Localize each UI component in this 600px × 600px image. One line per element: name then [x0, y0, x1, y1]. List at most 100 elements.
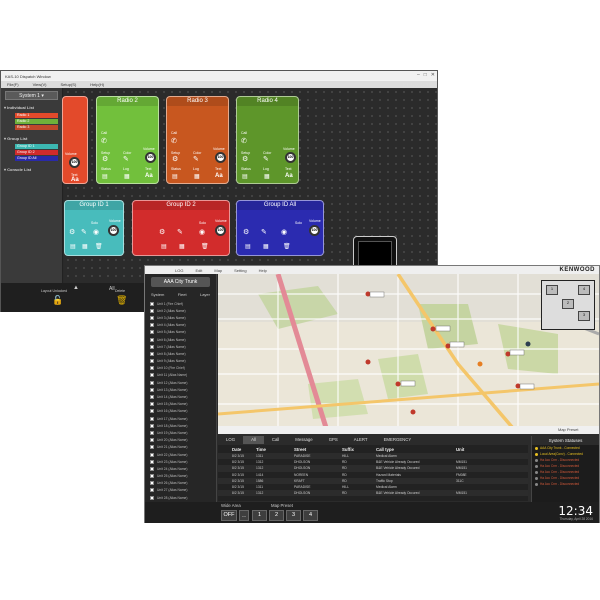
table-row[interactable]: 8/2 3/15 1312 DHOLSON RD B&E Vehicle Already… — [218, 490, 528, 497]
unit-checkbox[interactable] — [150, 380, 154, 385]
volume-knob[interactable]: 100 — [215, 152, 226, 163]
menu-setting[interactable]: Setting — [234, 268, 246, 273]
text-icon[interactable]: Aa — [215, 173, 223, 179]
tab-alert[interactable]: ALERT — [346, 436, 376, 444]
menu-map[interactable]: Map — [214, 268, 222, 273]
delete-icon[interactable]: 🗑 — [283, 243, 291, 250]
text-icon[interactable]: Aa — [285, 173, 293, 179]
status-icon[interactable]: ▤ — [102, 173, 108, 180]
phone-icon[interactable]: ✆ — [171, 137, 177, 145]
sidebar-item-radio-1[interactable]: Radio 1 — [15, 113, 58, 118]
unit-checkbox[interactable] — [150, 495, 154, 500]
unit-checkbox[interactable] — [150, 330, 154, 335]
volume-knob[interactable]: 100 — [108, 225, 119, 236]
status-icon[interactable]: ▤ — [161, 243, 167, 250]
text-icon[interactable]: Aa — [145, 173, 153, 179]
setup-icon[interactable]: ⚙ — [69, 228, 75, 236]
list-item[interactable]: Unit 8 (Alias Name) — [147, 350, 214, 357]
delete-icon[interactable]: 🗑 — [201, 243, 209, 250]
menu-file[interactable]: File(F) — [7, 82, 19, 87]
list-item[interactable]: Unit 17 (Alias Name) — [147, 415, 214, 422]
setup-icon[interactable]: ⚙ — [242, 155, 248, 163]
setup-icon[interactable]: ⚙ — [102, 155, 108, 163]
maximize-icon[interactable]: □ — [424, 72, 427, 78]
trunk-title[interactable]: AAA City Trunk — [151, 277, 210, 287]
tab-log[interactable]: LOG — [218, 436, 243, 444]
color-icon[interactable]: ✎ — [177, 228, 183, 236]
status-icon[interactable]: ▤ — [172, 173, 178, 180]
tab-system[interactable]: System — [151, 292, 164, 297]
menu-log[interactable]: LOG — [175, 268, 183, 273]
list-item[interactable]: Unit 15 (Alias Name) — [147, 401, 214, 408]
unit-checkbox[interactable] — [150, 308, 154, 313]
unit-checkbox[interactable] — [150, 315, 154, 320]
radio-tile-3[interactable]: Radio 3 Call ✆ Setup Color Volume ⚙ ✎ 10… — [166, 96, 229, 184]
wide-area-off-button[interactable]: OFF — [221, 510, 237, 521]
list-item[interactable]: Unit 21 (Alias Name) — [147, 444, 214, 451]
menu-view[interactable]: View(V) — [33, 82, 47, 87]
list-item[interactable]: Unit 12 (Alias Name) — [147, 379, 214, 386]
list-item[interactable]: Unit 16 (Alias Name) — [147, 408, 214, 415]
list-item[interactable]: Unit 20 (Alias Name) — [147, 437, 214, 444]
unit-checkbox[interactable] — [150, 402, 154, 407]
log-icon[interactable]: ▦ — [194, 173, 200, 180]
tab-emergency[interactable]: EMERGENCY — [376, 436, 420, 444]
minimize-icon[interactable]: – — [417, 72, 420, 78]
color-icon[interactable]: ✎ — [81, 228, 87, 236]
volume-knob[interactable]: 100 — [69, 157, 80, 168]
sidebar-item-group-1[interactable]: Group ID 1 — [15, 144, 58, 149]
tab-layer[interactable]: Layer — [200, 292, 210, 297]
log-icon[interactable]: ▦ — [124, 173, 130, 180]
list-item[interactable]: Unit 5 (Alias Name) — [147, 329, 214, 336]
log-icon[interactable]: ▦ — [82, 243, 88, 250]
phone-icon[interactable]: ✆ — [241, 137, 247, 145]
unit-checkbox[interactable] — [150, 409, 154, 414]
unit-checkbox[interactable] — [150, 337, 154, 342]
delete-icon[interactable]: 🗑 — [95, 243, 103, 250]
group-tile-1[interactable]: Group ID 1 Solo Volume ⚙ ✎ ◉ 100 ▤ ▦ 🗑 — [64, 200, 124, 256]
list-item[interactable]: Unit 26 (Alias Name) — [147, 480, 214, 487]
list-item[interactable]: Unit 7 (Alias Name) — [147, 343, 214, 350]
list-item[interactable]: Unit 27 (Alias Name) — [147, 487, 214, 494]
color-icon[interactable]: ✎ — [263, 155, 269, 163]
solo-icon[interactable]: ◉ — [281, 228, 287, 236]
setup-icon[interactable]: ⚙ — [172, 155, 178, 163]
wide-area-dash[interactable]: --- — [239, 510, 249, 521]
solo-icon[interactable]: ◉ — [199, 228, 205, 236]
unit-checkbox[interactable] — [150, 373, 154, 378]
unit-checkbox[interactable] — [150, 323, 154, 328]
unit-checkbox[interactable] — [150, 351, 154, 356]
list-item[interactable]: Unit 10 (Fire Chief) — [147, 365, 214, 372]
collapse-icon[interactable]: ▲ — [73, 285, 79, 291]
group-tile-all[interactable]: Group ID All Solo Volume ⚙ ✎ ◉ 100 ▤ ▦ 🗑 — [236, 200, 324, 256]
list-item[interactable]: Unit 28 (Alias Name) — [147, 494, 214, 501]
unit-checkbox[interactable] — [150, 344, 154, 349]
radio-tile-partial[interactable]: Volume 100 Text Aa — [62, 96, 88, 184]
radio-tile-4[interactable]: Radio 4 Call ✆ Setup Color Volume ⚙ ✎ 10… — [236, 96, 299, 184]
list-item[interactable]: Unit 11 (Alias Name) — [147, 372, 214, 379]
tab-fleet[interactable]: Fleet — [178, 292, 187, 297]
unit-checkbox[interactable] — [150, 430, 154, 435]
unit-checkbox[interactable] — [150, 438, 154, 443]
group-list-heading[interactable]: ▾ Group List — [1, 134, 62, 143]
sidebar-item-radio-3[interactable]: Radio 3 — [15, 125, 58, 130]
status-icon[interactable]: ▤ — [245, 243, 251, 250]
unit-checkbox[interactable] — [150, 459, 154, 464]
list-item[interactable]: Unit 9 (Alias Name) — [147, 358, 214, 365]
close-icon[interactable]: ✕ — [431, 72, 435, 78]
tab-gps[interactable]: GPS — [321, 436, 346, 444]
list-item[interactable]: Unit 1 (Fire Chief) — [147, 300, 214, 307]
list-item[interactable]: Unit 19 (Alias Name) — [147, 429, 214, 436]
list-item[interactable]: Unit 14 (Alias Name) — [147, 393, 214, 400]
setup-icon[interactable]: ⚙ — [159, 228, 165, 236]
volume-knob[interactable]: 100 — [285, 152, 296, 163]
system-select[interactable]: System 1 ▾ — [5, 91, 58, 100]
group-tile-2[interactable]: Group ID 2 Solo Volume ⚙ ✎ ◉ 100 ▤ ▦ 🗑 — [132, 200, 230, 256]
unit-checkbox[interactable] — [150, 366, 154, 371]
tab-all[interactable]: All — [243, 436, 264, 444]
trash-icon[interactable]: 🗑 — [116, 295, 127, 306]
radio-tile-2[interactable]: Radio 2 Call ✆ Setup Color Volume ⚙ ✎ 10… — [96, 96, 159, 184]
list-item[interactable]: Unit 2 (Alias Name) — [147, 307, 214, 314]
preset-4-button[interactable]: 4 — [303, 510, 318, 521]
status-icon[interactable]: ▤ — [242, 173, 248, 180]
